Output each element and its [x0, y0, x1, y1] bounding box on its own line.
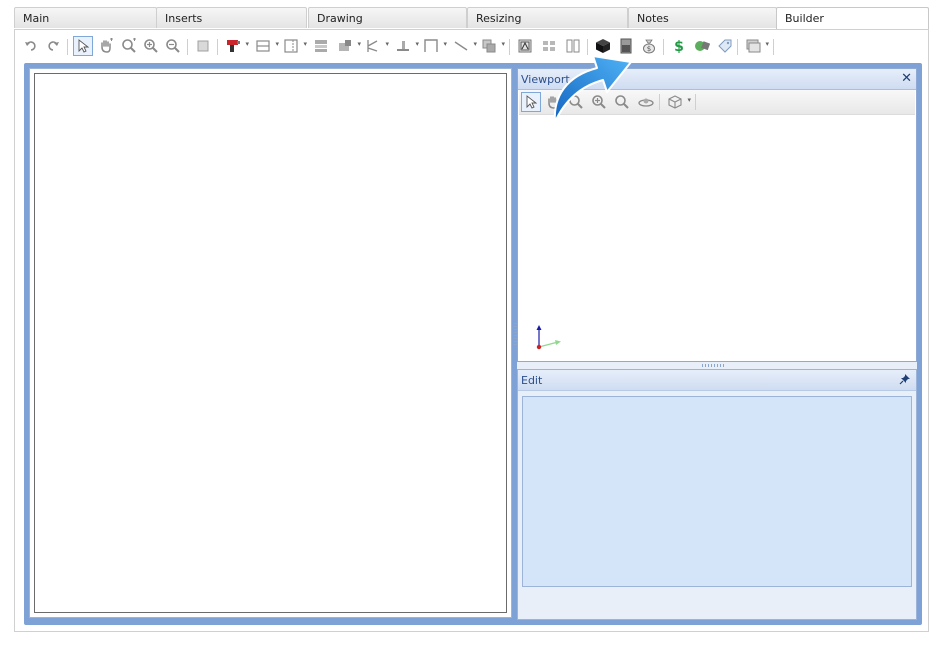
- tab-builder[interactable]: Builder: [776, 7, 929, 30]
- drawer-icon[interactable]: [311, 36, 331, 56]
- hardware-icon[interactable]: [335, 36, 361, 56]
- tab-notes[interactable]: Notes: [628, 7, 777, 28]
- page-icon[interactable]: [193, 36, 213, 56]
- tab-inserts[interactable]: Inserts: [156, 7, 307, 28]
- shelf-icon[interactable]: [253, 36, 279, 56]
- route-icon[interactable]: [363, 36, 389, 56]
- report-icon[interactable]: [515, 36, 535, 56]
- pan-hand-icon[interactable]: [96, 36, 116, 56]
- callout-arrow-icon: [553, 55, 632, 123]
- edit-panel: Edit: [517, 369, 917, 620]
- work-area: Viewport ✕ ▾ Edit: [24, 63, 922, 625]
- panel-icon[interactable]: [281, 36, 307, 56]
- drawing-canvas-frame: [29, 68, 512, 618]
- drill-icon[interactable]: [223, 36, 249, 56]
- materials-icon[interactable]: [692, 36, 712, 56]
- svg-text:$: $: [674, 39, 684, 54]
- view-cube-icon[interactable]: [665, 92, 691, 112]
- edit-header: Edit: [518, 370, 916, 391]
- edit-properties-area[interactable]: [522, 396, 912, 587]
- level-icon[interactable]: [393, 36, 419, 56]
- money-bag-icon[interactable]: $: [639, 36, 659, 56]
- zoom-extents-icon[interactable]: [119, 36, 139, 56]
- tab-resizing[interactable]: Resizing: [467, 7, 628, 28]
- horizontal-splitter[interactable]: [702, 364, 726, 367]
- builder-toolbar: $ $: [19, 34, 923, 60]
- group-icon[interactable]: [479, 36, 505, 56]
- svg-text:$: $: [647, 45, 651, 53]
- select-arrow-icon[interactable]: [73, 36, 93, 56]
- window-icon[interactable]: [743, 36, 769, 56]
- tag-icon[interactable]: [715, 36, 735, 56]
- price-icon[interactable]: $: [669, 36, 689, 56]
- zoom-out-icon[interactable]: [163, 36, 183, 56]
- axis-indicator-icon: [536, 325, 561, 350]
- ribbon-tabs: Main Inserts Drawing Resizing Notes Buil…: [14, 7, 929, 30]
- pin-icon[interactable]: [899, 373, 911, 388]
- viewport-select-arrow-icon[interactable]: [521, 92, 541, 112]
- undo-icon[interactable]: [21, 36, 41, 56]
- close-icon[interactable]: ✕: [901, 71, 912, 86]
- tab-main[interactable]: Main: [14, 7, 157, 28]
- zoom-in-icon[interactable]: [141, 36, 161, 56]
- frame-icon[interactable]: [421, 36, 447, 56]
- right-pane: Viewport ✕ ▾ Edit: [517, 68, 917, 620]
- tab-drawing[interactable]: Drawing: [308, 7, 467, 28]
- edit-title: Edit: [521, 374, 543, 387]
- redo-icon[interactable]: [43, 36, 63, 56]
- line-icon[interactable]: [451, 36, 477, 56]
- drawing-canvas[interactable]: [34, 73, 507, 613]
